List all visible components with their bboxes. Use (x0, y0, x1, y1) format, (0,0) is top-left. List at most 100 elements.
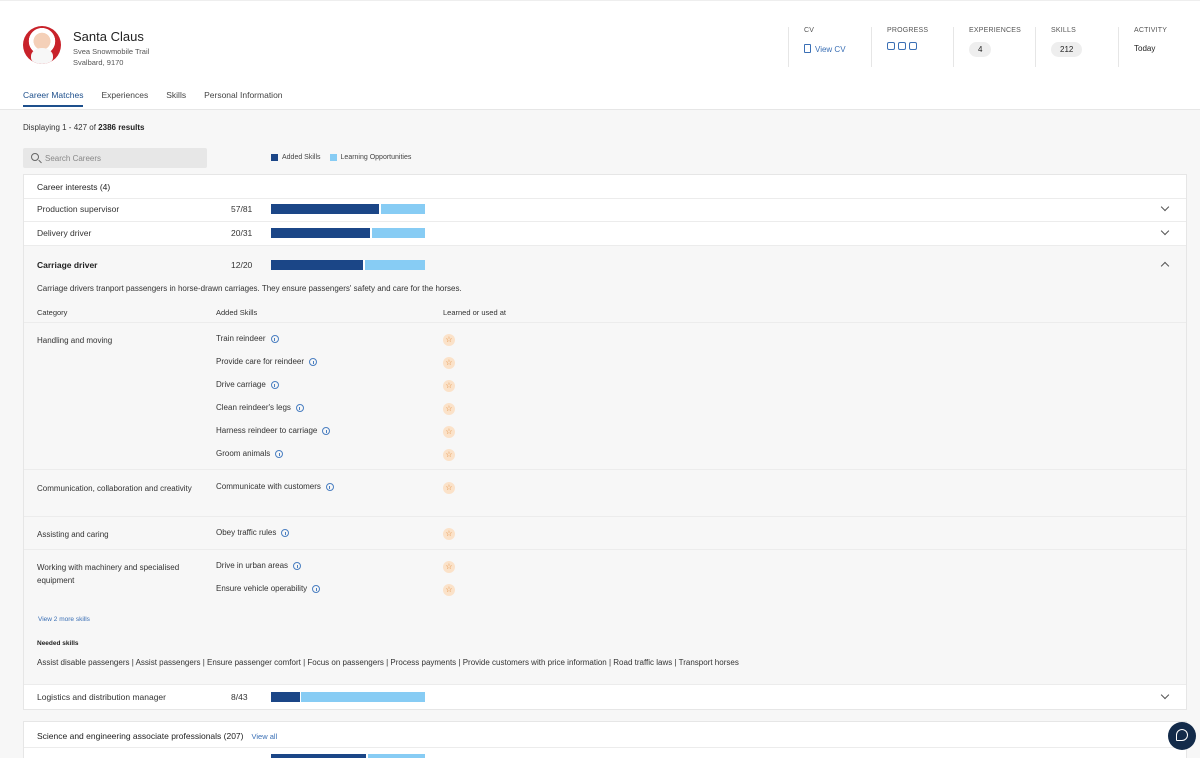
info-icon[interactable] (293, 561, 302, 570)
stat-label: PROGRESS (887, 27, 929, 34)
skill-item: Obey traffic rules (216, 528, 290, 537)
stat-progress: PROGRESS (871, 27, 953, 67)
skill-category: Assisting and caring (37, 530, 109, 539)
star-icon[interactable]: ☆ (443, 426, 455, 438)
chevron-down-icon[interactable] (1160, 690, 1170, 700)
star-icon[interactable]: ☆ (443, 449, 455, 461)
chevron-down-icon[interactable] (1160, 202, 1170, 212)
career-name: Delivery driver (37, 228, 92, 238)
stat-cv: CV View CV (788, 27, 871, 67)
skill-category: Handling and moving (37, 336, 113, 345)
search-box (23, 148, 207, 168)
document-icon (804, 44, 811, 53)
skill-match-bar (271, 228, 425, 238)
section-title: Career interests (4) (37, 182, 111, 192)
skill-item: Communicate with customers (216, 482, 334, 491)
info-icon[interactable] (275, 449, 284, 458)
chevron-down-icon[interactable] (1160, 226, 1170, 236)
stat-activity: ACTIVITY Today (1118, 27, 1198, 67)
avatar (23, 26, 61, 64)
skill-item: Clean reindeer's legs (216, 403, 304, 412)
activity-value: Today (1134, 44, 1156, 53)
puzzle-icon[interactable] (909, 42, 917, 50)
skill-match-bar (271, 692, 425, 702)
star-icon[interactable]: ☆ (443, 357, 455, 369)
section-title: Science and engineering associate profes… (37, 731, 278, 741)
star-icon[interactable]: ☆ (443, 380, 455, 392)
info-icon[interactable] (281, 528, 290, 537)
star-icon[interactable]: ☆ (443, 482, 455, 494)
skill-item: Groom animals (216, 449, 284, 458)
stat-label: ACTIVITY (1134, 27, 1168, 34)
user-address-line1: Svea Snowmobile Trail (73, 47, 150, 56)
career-row[interactable]: Production supervisor 57/81 (24, 198, 1186, 221)
career-description: Carriage drivers tranport passengers in … (37, 284, 462, 293)
column-header-category: Category (37, 308, 68, 317)
career-score: 20/31 (231, 228, 253, 238)
result-count: Displaying 1 - 427 of 2386 results (23, 123, 145, 132)
skill-item: Drive in urban areas (216, 561, 302, 570)
stat-skills: SKILLS 212 (1035, 27, 1118, 67)
tab-skills[interactable]: Skills (166, 90, 186, 107)
search-input[interactable] (45, 148, 200, 168)
view-all-link[interactable]: View all (252, 732, 278, 741)
legend-swatch-learning (329, 154, 337, 161)
view-more-skills-link[interactable]: View 2 more skills (38, 616, 90, 623)
star-icon[interactable]: ☆ (443, 584, 455, 596)
needed-skills-list: Assist disable passengers | Assist passe… (37, 658, 739, 667)
skill-match-bar (271, 260, 425, 270)
user-icon[interactable] (887, 42, 895, 50)
info-icon[interactable] (312, 584, 321, 593)
career-row[interactable]: Carriage driver 12/20 (24, 254, 1186, 277)
user-name: Santa Claus (73, 29, 144, 44)
tab-experiences[interactable]: Experiences (101, 90, 148, 107)
tab-personal-information[interactable]: Personal Information (204, 90, 282, 107)
stat-label: SKILLS (1051, 27, 1076, 34)
skill-match-bar (271, 204, 425, 214)
expanded-career: Carriage driver 12/20 Carriage drivers t… (24, 245, 1186, 685)
stat-experiences: EXPERIENCES 4 (953, 27, 1035, 67)
info-icon[interactable] (295, 403, 304, 412)
star-icon[interactable]: ☆ (443, 334, 455, 346)
experiences-count[interactable]: 4 (969, 42, 992, 57)
skill-item: Train reindeer (216, 334, 279, 343)
career-row[interactable]: Delivery driver 20/31 (24, 222, 1186, 245)
tab-career-matches[interactable]: Career Matches (23, 90, 84, 107)
tab-bar: Career Matches Experiences Skills Person… (23, 90, 301, 107)
info-icon[interactable] (309, 357, 318, 366)
chat-icon[interactable] (1168, 722, 1196, 750)
career-name: Production supervisor (37, 204, 120, 214)
career-name: Carriage driver (37, 260, 98, 270)
career-score: 57/81 (231, 204, 253, 214)
skill-item: Ensure vehicle operability (216, 584, 321, 593)
skill-item: Harness reindeer to carriage (216, 426, 331, 435)
legend-swatch-added (271, 154, 278, 161)
skill-item: Drive carriage (216, 380, 279, 389)
skill-category: Working with machinery and specialised e… (37, 563, 180, 585)
view-cv-link[interactable]: View CV (804, 44, 871, 54)
skills-count[interactable]: 212 (1051, 42, 1083, 57)
info-icon[interactable] (322, 426, 331, 435)
legend-learning: Learning Opportunities (340, 154, 412, 161)
legend: Added Skills Learning Opportunities (271, 154, 411, 161)
star-icon[interactable]: ☆ (443, 403, 455, 415)
career-score: 8/43 (231, 692, 248, 702)
career-row[interactable]: Logistics and distribution manager 8/43 (24, 686, 1186, 709)
needed-skills-label: Needed skills (37, 640, 79, 647)
search-icon (31, 153, 39, 161)
info-icon[interactable] (270, 334, 279, 343)
chevron-up-icon[interactable] (1160, 261, 1170, 271)
profile-header: Santa Claus Svea Snowmobile Trail Svalba… (0, 0, 1200, 110)
briefcase-icon[interactable] (898, 42, 906, 50)
skill-category: Communication, collaboration and creativ… (37, 484, 192, 493)
career-matches-panel: Displaying 1 - 427 of 2386 results Added… (0, 110, 1200, 758)
skill-item: Provide care for reindeer (216, 357, 318, 366)
column-header-added-skills: Added Skills (216, 308, 258, 317)
star-icon[interactable]: ☆ (443, 561, 455, 573)
career-interests-card: Career interests (4) Production supervis… (23, 174, 1187, 710)
star-icon[interactable]: ☆ (443, 528, 455, 540)
science-group-card: Science and engineering associate profes… (23, 721, 1187, 758)
info-icon[interactable] (325, 482, 334, 491)
user-address-line2: Svalbard, 9170 (73, 58, 124, 67)
info-icon[interactable] (270, 380, 279, 389)
